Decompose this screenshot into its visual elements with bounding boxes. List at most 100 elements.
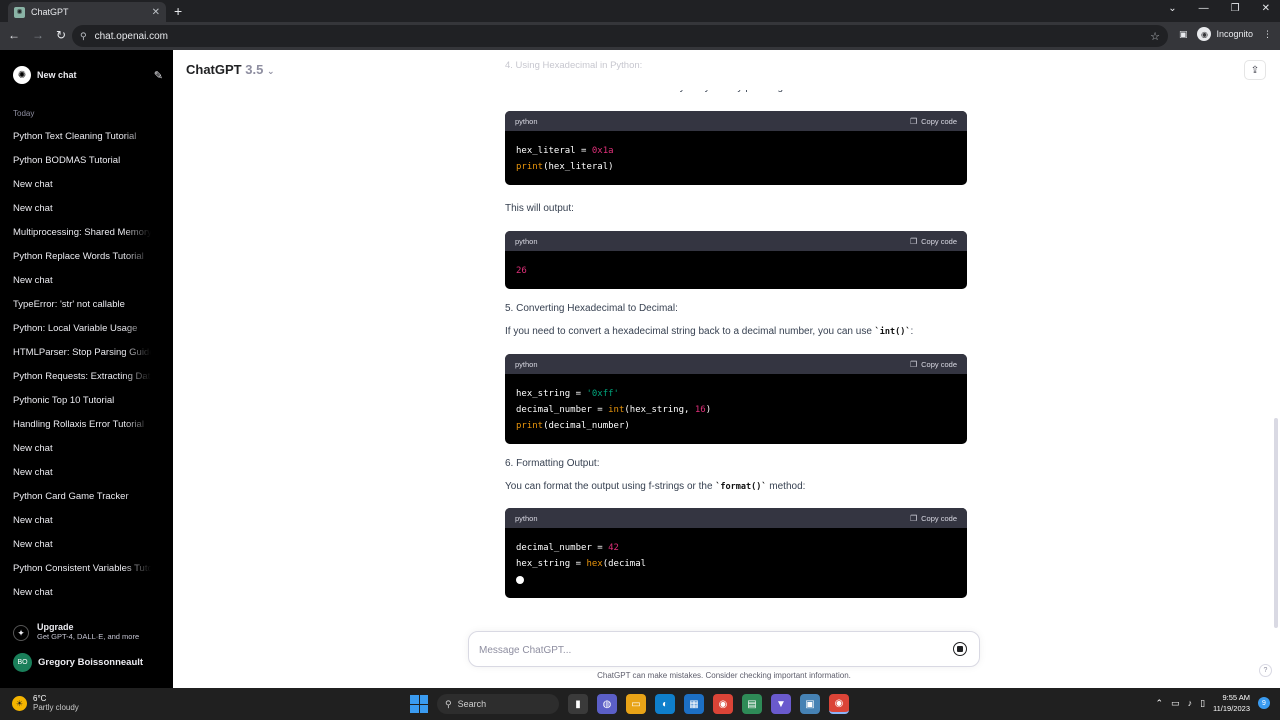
navigation-buttons: ← → ↻ (8, 28, 66, 42)
disclaimer: ChatGPT can make mistakes. Consider chec… (597, 671, 851, 680)
history-item[interactable]: Python Card Game Tracker (13, 490, 151, 514)
history-item[interactable]: New chat (13, 466, 151, 490)
network-icon[interactable]: ▭ (1171, 698, 1180, 709)
notification-badge[interactable]: 9 (1258, 697, 1270, 709)
chevron-down-icon: ⌄ (266, 66, 275, 76)
task-view-icon[interactable]: ▮ (568, 694, 588, 714)
history-item[interactable]: New chat (13, 274, 151, 298)
code-block: python ❐ Copy code 26 (505, 231, 967, 289)
chat-history-list: Python Text Cleaning Tutorial Python BOD… (13, 130, 151, 610)
copy-code-button[interactable]: ❐ Copy code (910, 360, 957, 369)
browser-actions: ▣ ◉ Incognito ⋮ (1179, 27, 1272, 41)
tab-search-icon[interactable]: ⌄ (1168, 3, 1176, 14)
faded-heading: 4. Using Hexadecimal in Python: (505, 60, 643, 71)
upgrade-subtitle: Get GPT-4, DALL·E, and more (37, 632, 140, 641)
avatar: BO (13, 653, 32, 672)
user-menu[interactable]: BO Gregory Boissonneault (13, 653, 143, 672)
battery-icon[interactable]: ▯ (1200, 698, 1205, 709)
browser-address-bar: ← → ↻ ⚲ chat.openai.com ☆ ▣ ◉ Incognito … (0, 22, 1280, 50)
openai-logo-icon: ✺ (13, 66, 31, 84)
code-block-header: python ❐ Copy code (505, 354, 967, 374)
reload-icon[interactable]: ↻ (56, 28, 66, 42)
history-item[interactable]: New chat (13, 586, 151, 610)
compose-icon[interactable]: ✎ (154, 69, 163, 82)
edge-browser-icon[interactable]: ◐ (655, 694, 675, 714)
code-content: hex_string = '0xff' decimal_number = int(… (516, 389, 712, 431)
share-button[interactable]: ⇪ (1244, 60, 1266, 80)
omnibox[interactable]: ⚲ chat.openai.com ☆ (72, 25, 1168, 47)
code-language: python (515, 359, 538, 369)
history-item[interactable]: New chat (13, 514, 151, 538)
copy-code-button[interactable]: ❐ Copy code (910, 514, 957, 523)
new-chat-label: New chat (37, 70, 77, 80)
new-tab-button[interactable]: + (174, 3, 182, 19)
stop-generating-button[interactable] (953, 642, 967, 656)
history-item[interactable]: New chat (13, 178, 151, 202)
history-item[interactable]: Python Requests: Extracting Data (13, 370, 151, 394)
taskbar-search[interactable]: ⚲ Search (437, 694, 559, 714)
chat-app-icon[interactable]: ◍ (597, 694, 617, 714)
history-item[interactable]: New chat (13, 202, 151, 226)
code-language: python (515, 236, 538, 246)
code-content: hex_literal = 0x1a print(hex_literal) (516, 146, 614, 172)
history-item[interactable]: Multiprocessing: Shared Memory (13, 226, 151, 250)
side-panel-icon[interactable]: ▣ (1179, 29, 1188, 40)
history-item[interactable]: HTMLParser: Stop Parsing Guide (13, 346, 151, 370)
clipboard-icon: ❐ (909, 513, 918, 523)
site-info-icon[interactable]: ⚲ (80, 31, 87, 42)
url-text[interactable]: chat.openai.com (95, 31, 1151, 42)
back-icon[interactable]: ← (8, 28, 20, 42)
close-tab-icon[interactable]: ✕ (152, 7, 160, 18)
heading-format: 6. Formatting Output: (505, 458, 600, 469)
clipboard-icon: ❐ (909, 236, 918, 246)
code-content: 26 (505, 251, 967, 289)
chat-scrollbar[interactable] (1274, 418, 1278, 628)
history-item[interactable]: Pythonic Top 10 Tutorial (13, 394, 151, 418)
code-language: python (515, 513, 538, 523)
model-selector[interactable]: ChatGPT 3.5 ⌄ (186, 62, 275, 77)
message-input[interactable] (479, 641, 919, 659)
code-block: python ❐ Copy code hex_literal = 0x1a prin… (505, 111, 967, 185)
upgrade-title: Upgrade (37, 622, 74, 632)
bookmark-star-icon[interactable]: ☆ (1150, 30, 1160, 43)
tray-overflow-icon[interactable]: ⌃ (1156, 698, 1164, 709)
windows-start-icon[interactable] (410, 695, 428, 713)
incognito-indicator[interactable]: ◉ Incognito (1197, 27, 1253, 41)
history-item[interactable]: New chat (13, 442, 151, 466)
tab-title: ChatGPT (31, 7, 69, 17)
history-item[interactable]: Python Replace Words Tutorial (13, 250, 151, 274)
history-item[interactable]: New chat (13, 538, 151, 562)
history-item[interactable]: Python: Local Variable Usage (13, 322, 151, 346)
new-chat-button[interactable]: ✺ New chat ✎ (13, 66, 163, 84)
volume-icon[interactable]: ♪ (1188, 698, 1193, 708)
output-value: 26 (516, 266, 527, 276)
browser-tab[interactable]: ✺ ChatGPT ✕ (8, 2, 166, 22)
code-language: python (515, 116, 538, 126)
vpn-app-icon[interactable]: ▼ (771, 694, 791, 714)
restore-icon[interactable]: ❐ (1231, 3, 1240, 14)
weather-widget[interactable]: ☀ 6°C Partly cloudy (12, 694, 79, 712)
upgrade-button[interactable]: ✦ Upgrade Get GPT-4, DALL·E, and more (13, 622, 139, 641)
file-explorer-icon[interactable]: ▭ (626, 694, 646, 714)
spreadsheet-app-icon[interactable]: ▤ (742, 694, 762, 714)
history-item[interactable]: TypeError: 'str' not callable (13, 298, 151, 322)
chrome-icon[interactable]: ◉ (713, 694, 733, 714)
streaming-cursor (516, 576, 524, 584)
clock[interactable]: 9:55 AM 11/19/2023 (1213, 692, 1250, 714)
remote-desktop-icon[interactable]: ▣ (800, 694, 820, 714)
copy-code-button[interactable]: ❐ Copy code (910, 237, 957, 246)
forward-icon[interactable]: → (32, 28, 44, 42)
store-icon[interactable]: ▦ (684, 694, 704, 714)
chrome-active-icon[interactable]: ◉ (829, 694, 849, 714)
copy-code-button[interactable]: ❐ Copy code (910, 117, 957, 126)
minimize-icon[interactable]: — (1199, 3, 1209, 14)
history-item[interactable]: Python BODMAS Tutorial (13, 154, 151, 178)
stop-icon (957, 646, 963, 652)
message-composer (468, 631, 980, 667)
history-item[interactable]: Python Text Cleaning Tutorial (13, 130, 151, 154)
history-item[interactable]: Python Consistent Variables Tutorial (13, 562, 151, 586)
close-window-icon[interactable]: ✕ (1262, 3, 1270, 14)
history-item[interactable]: Handling Rollaxis Error Tutorial (13, 418, 151, 442)
help-button[interactable]: ? (1259, 664, 1272, 677)
browser-menu-icon[interactable]: ⋮ (1263, 29, 1272, 40)
